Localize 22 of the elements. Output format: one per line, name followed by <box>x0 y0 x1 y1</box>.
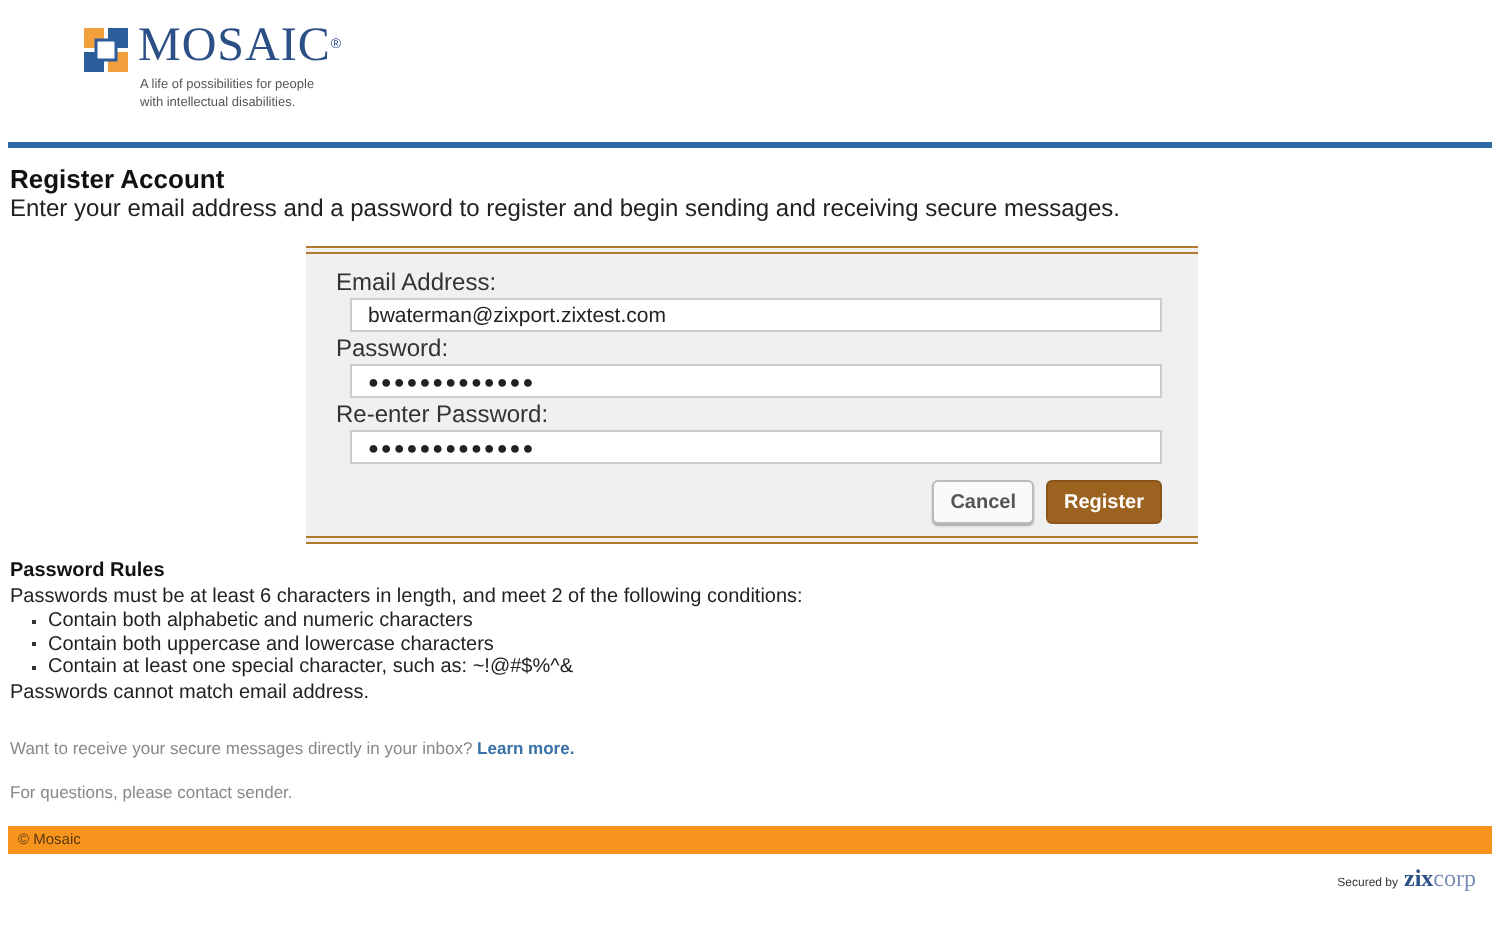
logo-icon <box>84 28 128 72</box>
input-field[interactable]: bwaterman@zixport.zixtest.com <box>350 298 1162 332</box>
input-field[interactable]: ●●●●●●●●●●●●● <box>350 364 1162 398</box>
rule-item: Contain both alphabetic and numeric characters <box>48 610 473 633</box>
rule-item: Contain both uppercase and lowercase characters <box>48 633 494 656</box>
cancel-button[interactable]: Cancel <box>932 480 1034 524</box>
intro-text: Enter your email address and a password to register and begin sending and receiving secure messages. <box>10 194 1122 222</box>
rule-item: Contain at least one special character, such as: ~!@#$%^& <box>48 656 573 679</box>
page-title: Register Account <box>10 164 227 194</box>
field-label: Password: <box>336 334 451 362</box>
contact-text: For questions, please contact sender. <box>10 781 295 801</box>
rules-text: Passwords must be at least 6 characters in length, and meet 2 of the following conditions: <box>10 586 805 610</box>
logo-wordmark: MOSAIC <box>138 24 331 68</box>
rules-note: Passwords cannot match email address. <box>10 681 372 705</box>
register-button[interactable]: Register <box>1045 480 1162 524</box>
learn-more-link[interactable]: Learn more. <box>477 737 575 757</box>
input-field[interactable]: ●●●●●●●●●●●●● <box>350 430 1162 464</box>
field-label: Email Address: <box>336 268 499 296</box>
rules-title: Password Rules <box>10 560 167 582</box>
zixcorp-logo: zixcorp <box>1404 863 1476 893</box>
inbox-text: Want to receive your secure messages directly in your inbox? Learn more. <box>10 737 577 757</box>
field-label: Re-enter Password: <box>336 400 551 428</box>
